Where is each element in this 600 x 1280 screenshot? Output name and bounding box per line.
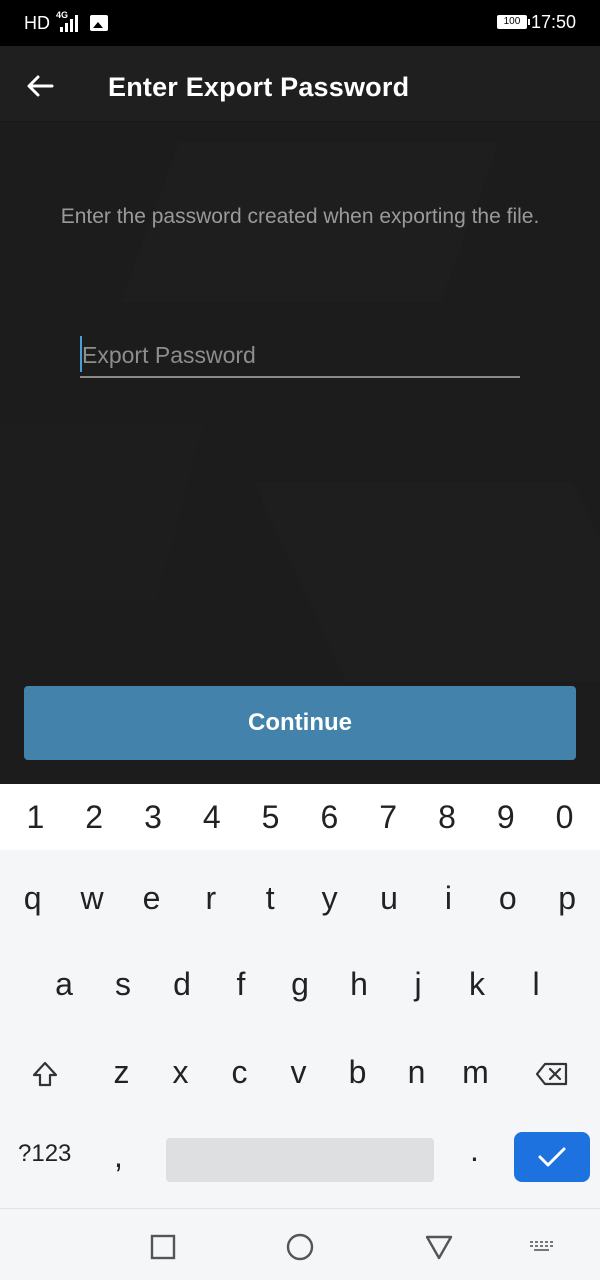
keyboard-hide-button[interactable] xyxy=(524,1229,560,1265)
continue-button[interactable]: Continue xyxy=(24,686,576,760)
network-label: HD xyxy=(24,12,50,33)
recents-button[interactable] xyxy=(145,1229,181,1265)
key-h[interactable]: h xyxy=(330,966,389,1003)
symbols-key[interactable]: ?123 xyxy=(18,1140,71,1168)
key-r[interactable]: r xyxy=(181,880,240,917)
arrow-left-icon xyxy=(27,75,54,97)
battery-icon: 100 xyxy=(496,15,530,29)
status-left: HD 4G xyxy=(24,10,108,35)
key-y[interactable]: y xyxy=(300,880,359,917)
key-2[interactable]: 2 xyxy=(69,799,119,836)
keyboard-row-3-letters: z x c v b n m xyxy=(92,1026,505,1118)
key-i[interactable]: i xyxy=(419,880,478,917)
comma-key[interactable]: , xyxy=(114,1138,123,1175)
key-3[interactable]: 3 xyxy=(128,799,178,836)
key-j[interactable]: j xyxy=(389,966,448,1003)
keyboard-row-1: q w e r t y u i o p xyxy=(0,850,600,946)
enter-key[interactable] xyxy=(514,1132,590,1182)
key-6[interactable]: 6 xyxy=(304,799,354,836)
key-4[interactable]: 4 xyxy=(187,799,237,836)
keyboard-number-row: 1 2 3 4 5 6 7 8 9 0 xyxy=(0,784,600,850)
key-v[interactable]: v xyxy=(269,1054,328,1091)
home-button[interactable] xyxy=(282,1229,318,1265)
text-cursor xyxy=(80,336,82,372)
soft-keyboard: 1 2 3 4 5 6 7 8 9 0 q w e r t y u i o p … xyxy=(0,784,600,1208)
key-5[interactable]: 5 xyxy=(246,799,296,836)
instruction-text: Enter the password created when exportin… xyxy=(60,205,540,228)
key-x[interactable]: x xyxy=(151,1054,210,1091)
key-z[interactable]: z xyxy=(92,1054,151,1091)
key-s[interactable]: s xyxy=(94,966,153,1003)
key-1[interactable]: 1 xyxy=(10,799,60,836)
key-c[interactable]: c xyxy=(210,1054,269,1091)
export-password-field[interactable] xyxy=(80,334,520,378)
key-o[interactable]: o xyxy=(478,880,537,917)
shift-icon xyxy=(32,1061,58,1087)
background-pattern xyxy=(0,422,205,602)
key-9[interactable]: 9 xyxy=(481,799,531,836)
key-m[interactable]: m xyxy=(446,1054,505,1091)
clock: 17:50 xyxy=(530,11,576,32)
main-content: Enter the password created when exportin… xyxy=(0,122,600,784)
key-t[interactable]: t xyxy=(241,880,300,917)
keyboard-row-3: z x c v b n m xyxy=(0,1026,600,1118)
key-w[interactable]: w xyxy=(63,880,122,917)
key-g[interactable]: g xyxy=(271,966,330,1003)
key-l[interactable]: l xyxy=(507,966,566,1003)
key-e[interactable]: e xyxy=(122,880,181,917)
status-right: 100 17:50 xyxy=(496,10,576,34)
key-a[interactable]: a xyxy=(35,966,94,1003)
shift-key[interactable] xyxy=(22,1054,68,1094)
checkmark-icon xyxy=(538,1147,566,1167)
key-k[interactable]: k xyxy=(448,966,507,1003)
backspace-icon xyxy=(535,1062,568,1086)
keyboard-row-4: ?123 , . xyxy=(0,1118,600,1208)
status-bar: HD 4G 100 17:50 xyxy=(0,0,600,46)
home-circle-icon xyxy=(286,1233,314,1261)
keyboard-hide-icon xyxy=(530,1241,553,1251)
page-title: Enter Export Password xyxy=(108,72,410,102)
period-key[interactable]: . xyxy=(470,1132,479,1169)
image-notification-icon xyxy=(90,15,108,31)
app-bar: Enter Export Password xyxy=(0,46,600,122)
recents-square-icon xyxy=(150,1234,176,1260)
system-nav-bar xyxy=(0,1208,600,1280)
backspace-key[interactable] xyxy=(530,1054,574,1094)
back-button[interactable] xyxy=(18,64,62,108)
key-p[interactable]: p xyxy=(538,880,597,917)
key-d[interactable]: d xyxy=(153,966,212,1003)
key-b[interactable]: b xyxy=(328,1054,387,1091)
background-pattern xyxy=(253,482,600,682)
signal-icon: 4G xyxy=(54,10,80,34)
back-nav-button[interactable] xyxy=(421,1229,457,1265)
key-8[interactable]: 8 xyxy=(422,799,472,836)
key-u[interactable]: u xyxy=(360,880,419,917)
key-f[interactable]: f xyxy=(212,966,271,1003)
key-0[interactable]: 0 xyxy=(540,799,590,836)
key-n[interactable]: n xyxy=(387,1054,446,1091)
key-q[interactable]: q xyxy=(3,880,62,917)
keyboard-row-2: a s d f g h j k l xyxy=(0,940,600,1028)
space-key[interactable] xyxy=(166,1138,434,1182)
key-7[interactable]: 7 xyxy=(363,799,413,836)
back-triangle-icon xyxy=(425,1235,453,1260)
